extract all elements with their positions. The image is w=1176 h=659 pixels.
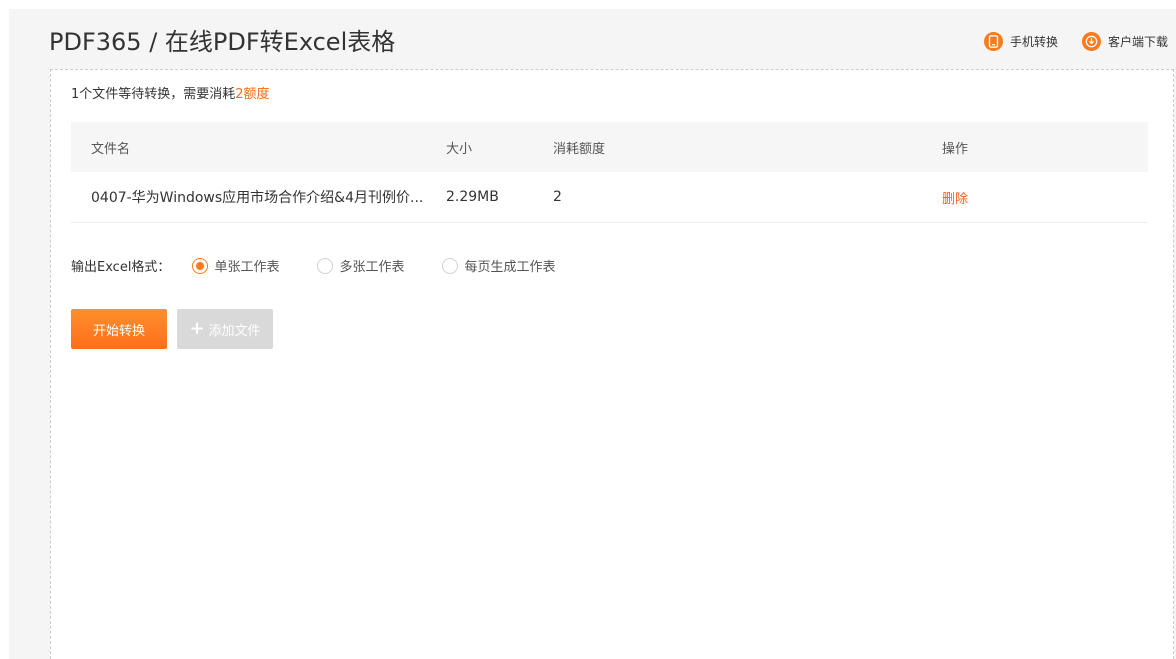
radio-per-page-sheet[interactable]: 每页生成工作表 — [442, 256, 555, 275]
header-operation: 操作 — [942, 141, 969, 157]
pending-cost: 2额度 — [235, 87, 270, 102]
header-size: 大小 — [446, 141, 473, 157]
radio-per-page-sheet-label: 每页生成工作表 — [464, 260, 556, 275]
file-name: 0407-华为Windows应用市场合作介绍&4月刊例价... — [91, 190, 424, 206]
format-label: 输出Excel格式： — [71, 260, 171, 275]
table-row: 0407-华为Windows应用市场合作介绍&4月刊例价... 2.29MB 2… — [71, 172, 1148, 223]
radio-single-sheet-circle[interactable] — [192, 257, 209, 274]
start-convert-button[interactable]: 开始转换 — [71, 309, 167, 349]
radio-single-sheet[interactable]: 单张工作表 — [192, 256, 279, 275]
converter-panel: 1个文件等待转换，需要消耗2额度 文件名 大小 消耗额度 操作 0407-华为W… — [50, 69, 1174, 659]
radio-multi-sheet-label: 多张工作表 — [339, 260, 405, 275]
page-title: PDF365 / 在线PDF转Excel表格 — [49, 28, 396, 56]
add-file-button[interactable]: + 添加文件 — [177, 309, 273, 349]
client-download-link[interactable]: 客户端下载 — [1081, 32, 1168, 51]
excel-format-options: 输出Excel格式： 单张工作表 多张工作表 每页生成工作表 — [71, 256, 593, 275]
pending-info-text: 1个文件等待转换，需要消耗 — [71, 87, 236, 102]
download-icon — [1081, 32, 1101, 51]
header-filename: 文件名 — [91, 141, 131, 157]
mobile-convert-label: 手机转换 — [1009, 35, 1058, 49]
radio-multi-sheet-circle[interactable] — [317, 257, 334, 274]
radio-single-sheet-label: 单张工作表 — [214, 260, 280, 275]
header-links: 手机转换 客户端下载 — [983, 32, 1168, 51]
table-header: 文件名 大小 消耗额度 操作 — [71, 122, 1148, 172]
radio-multi-sheet[interactable]: 多张工作表 — [317, 256, 404, 275]
file-table: 文件名 大小 消耗额度 操作 0407-华为Windows应用市场合作介绍&4月… — [71, 122, 1148, 223]
file-cost: 2 — [553, 189, 562, 205]
file-size: 2.29MB — [446, 189, 499, 205]
phone-icon — [983, 32, 1003, 51]
radio-per-page-sheet-circle[interactable] — [442, 257, 459, 274]
plus-icon: + — [189, 318, 205, 339]
pending-info: 1个文件等待转换，需要消耗2额度 — [71, 86, 270, 104]
delete-button[interactable]: 删除 — [942, 192, 968, 207]
client-download-label: 客户端下载 — [1107, 35, 1168, 49]
mobile-convert-link[interactable]: 手机转换 — [983, 32, 1058, 51]
add-file-label: 添加文件 — [208, 323, 261, 339]
header-cost: 消耗额度 — [553, 141, 606, 157]
